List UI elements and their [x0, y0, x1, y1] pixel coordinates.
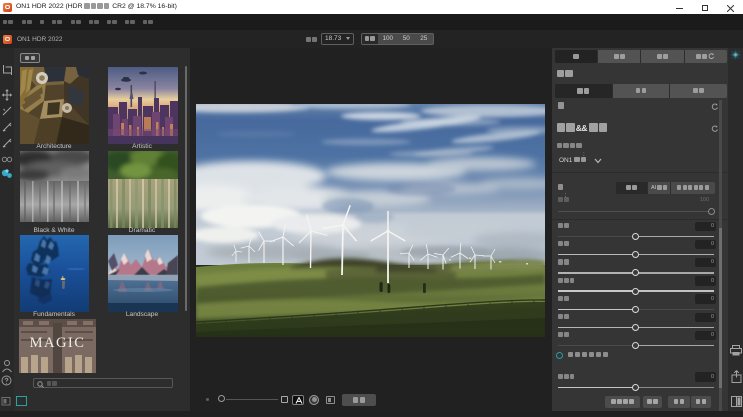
svg-text:MAGIC: MAGIC [29, 335, 85, 351]
